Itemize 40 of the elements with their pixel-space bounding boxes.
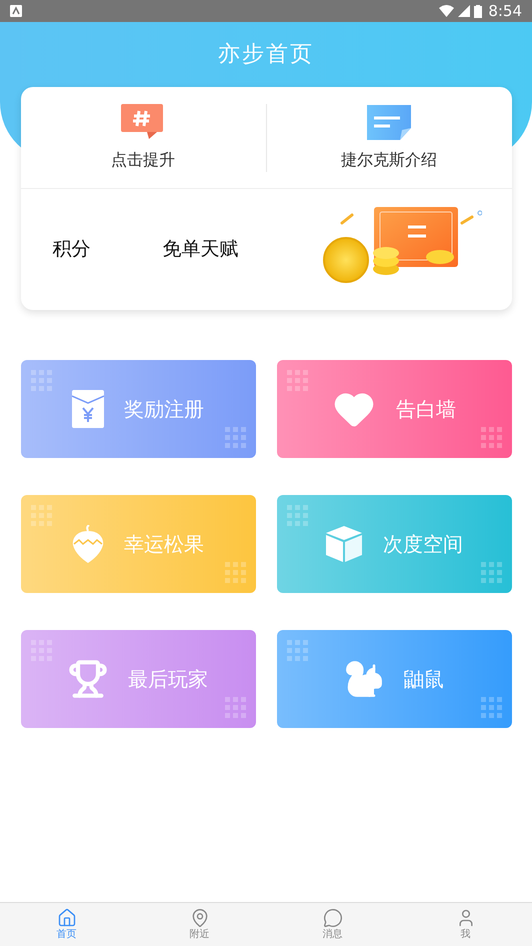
- cube-icon: [325, 525, 363, 563]
- quick-link[interactable]: 捷尔克斯介绍: [266, 104, 512, 172]
- page-title: 亦步首页: [218, 41, 314, 69]
- hashtag-icon: [121, 104, 165, 140]
- wifi-icon: [439, 5, 454, 17]
- dot-pattern: [224, 697, 246, 718]
- feature-tile[interactable]: 最后玩家: [20, 630, 256, 728]
- map-pin-icon: [190, 908, 210, 928]
- home-icon: [56, 908, 76, 928]
- nav-tab[interactable]: 消息: [266, 903, 399, 946]
- dot-pattern: [224, 562, 246, 583]
- notification-icon: [10, 5, 22, 17]
- battery-icon: [474, 4, 482, 18]
- feature-tile[interactable]: 告白墙: [276, 360, 512, 458]
- nav-tab[interactable]: 我: [399, 903, 532, 946]
- nav-tab[interactable]: 附近: [133, 903, 266, 946]
- signal-icon: [458, 5, 470, 17]
- clock-text: 8:54: [488, 0, 522, 22]
- dot-pattern: [286, 505, 308, 526]
- trophy-icon: [68, 659, 108, 699]
- dot-pattern: [30, 370, 52, 391]
- dot-pattern: [286, 370, 308, 391]
- acorn-icon: [72, 525, 104, 563]
- envelope-icon: [72, 390, 104, 428]
- squirrel-icon: [344, 659, 384, 699]
- dot-pattern: [286, 640, 308, 661]
- feature-tile[interactable]: 次度空间: [276, 495, 512, 593]
- dot-pattern: [480, 562, 502, 583]
- dot-pattern: [480, 697, 502, 718]
- dot-pattern: [30, 505, 52, 526]
- quick-link[interactable]: 点击提升: [20, 104, 266, 172]
- dot-pattern: [224, 427, 246, 448]
- stat-label: 积分: [52, 237, 90, 262]
- feature-tile[interactable]: 鼬鼠: [276, 630, 512, 728]
- stat-label: 免单天赋: [162, 237, 238, 262]
- note-icon: [364, 104, 414, 142]
- chat-icon: [322, 908, 342, 928]
- nav-tab[interactable]: 首页: [0, 903, 133, 946]
- dot-pattern: [480, 427, 502, 448]
- feature-tile[interactable]: 奖励注册: [20, 360, 256, 458]
